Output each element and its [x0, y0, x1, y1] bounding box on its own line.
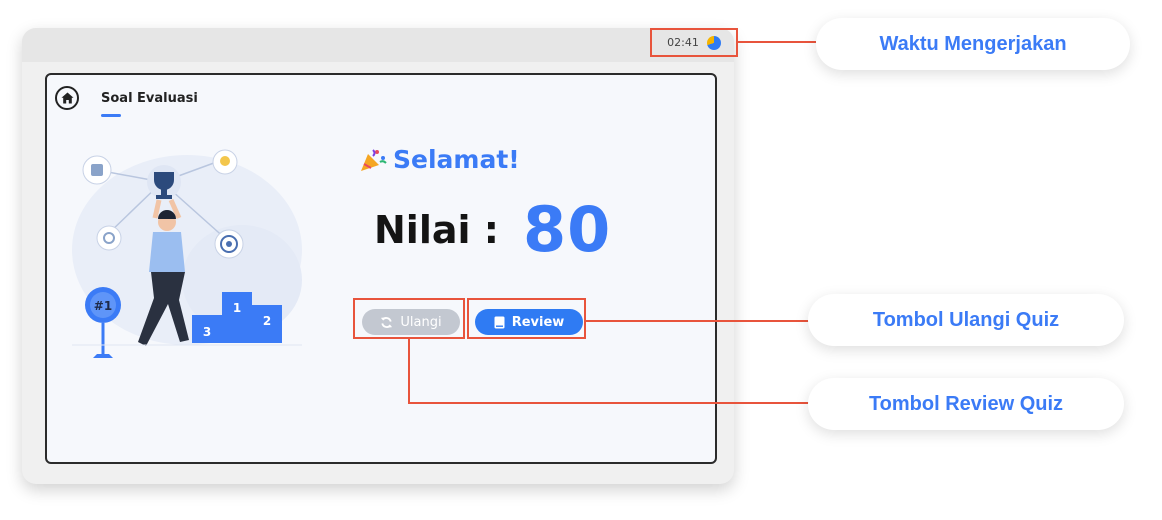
gear-node-icon	[96, 225, 122, 251]
review-button-highlight	[467, 298, 586, 339]
score-value: 80	[522, 193, 612, 266]
party-popper-icon	[361, 148, 387, 171]
timer-icon	[706, 35, 721, 50]
timer-connector-line	[738, 41, 816, 43]
retry-button-highlight	[353, 298, 465, 339]
score-row: Nilai : 80	[374, 193, 611, 266]
window-top-bar	[22, 28, 734, 62]
timer-value: 02:41	[667, 36, 699, 49]
retry-connector-horizontal	[408, 402, 810, 404]
callout-waktu-text: Waktu Mengerjakan	[879, 32, 1067, 55]
callout-tombol-ulangi: Tombol Ulangi Quiz	[808, 294, 1124, 346]
trophy-illustration: 1 2 3 #1	[72, 149, 302, 358]
podium-label-2: 2	[263, 314, 271, 328]
badge-label: #1	[94, 299, 112, 313]
podium-1	[222, 292, 252, 343]
home-button[interactable]	[55, 86, 79, 110]
quiz-result-card: Soal Evaluasi 1 2 3 #1 Selamat! Nilai: …	[45, 73, 717, 464]
congratulations-heading: Selamat!	[359, 145, 520, 174]
podium-label-1: 1	[233, 301, 241, 315]
congratulations-text: Selamat!	[393, 145, 520, 174]
retry-connector-vertical	[408, 339, 410, 404]
callout-tombol-review: Tombol Review Quiz	[808, 378, 1124, 430]
callout-waktu-mengerjakan: Waktu Mengerjakan	[816, 18, 1130, 70]
review-connector-line	[586, 320, 810, 322]
home-icon	[61, 92, 73, 104]
timer-display: 02:41	[650, 28, 738, 57]
callout-review-text: Tombol Review Quiz	[868, 392, 1064, 415]
title-underline	[101, 114, 121, 117]
page-title: Soal Evaluasi	[101, 91, 198, 106]
score-label: Nilai :	[374, 207, 499, 252]
callout-ulangi-text: Tombol Ulangi Quiz	[872, 308, 1060, 331]
podium-label-3: 3	[203, 325, 211, 339]
